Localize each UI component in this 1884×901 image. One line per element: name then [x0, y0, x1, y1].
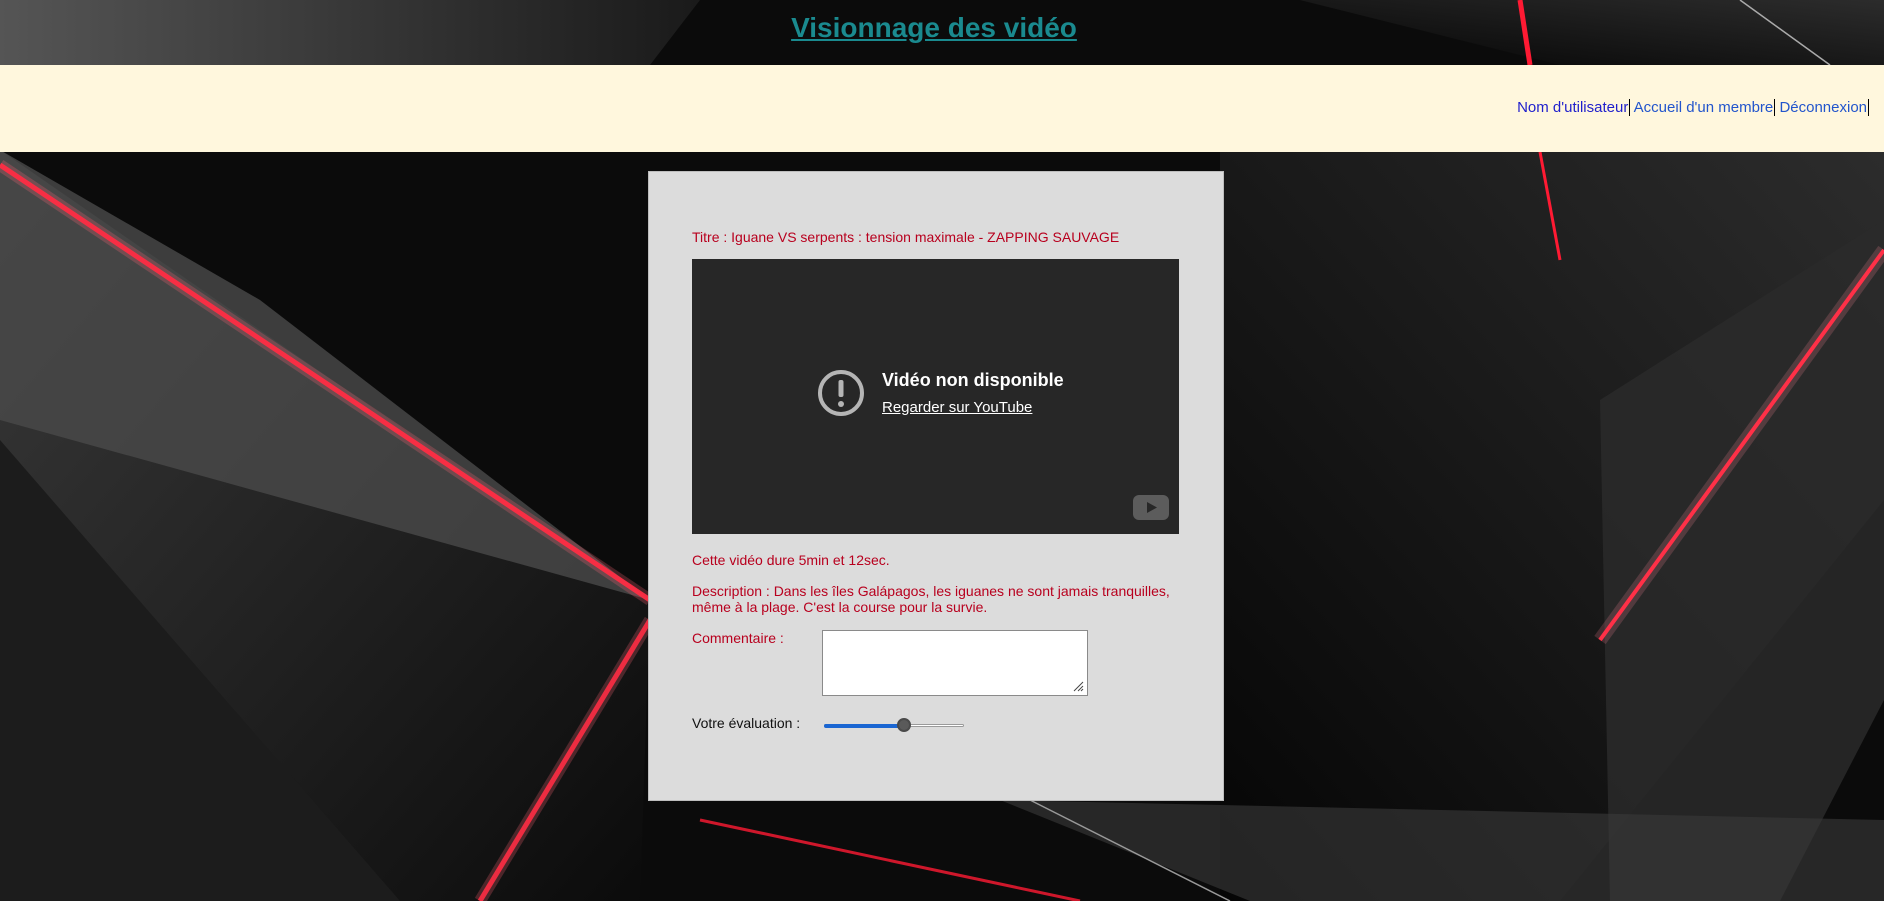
nav-member-home-link[interactable]: Accueil d'un membre [1633, 99, 1776, 116]
rating-slider-fill [824, 724, 905, 728]
video-description: Description : Dans les îles Galápagos, l… [692, 583, 1170, 615]
video-unavailable-message: Vidéo non disponible Regarder sur YouTub… [816, 368, 1064, 418]
nav-links: Nom d'utilisateur Accueil d'un membre Dé… [1517, 99, 1869, 116]
comment-textarea[interactable] [822, 630, 1088, 696]
video-title: Titre : Iguane VS serpents : tension max… [692, 229, 1120, 245]
rating-label: Votre évaluation : [692, 715, 801, 731]
rating-slider[interactable] [824, 718, 964, 733]
nav-logout-link[interactable]: Déconnexion [1779, 99, 1869, 116]
video-duration: Cette vidéo dure 5min et 12sec. [692, 552, 890, 568]
video-player[interactable]: Vidéo non disponible Regarder sur YouTub… [692, 259, 1179, 534]
page-title: Visionnage des vidéo [0, 12, 1868, 44]
page-title-link[interactable]: Visionnage des vidéo [791, 12, 1077, 43]
watch-on-youtube-link[interactable]: Regarder sur YouTube [882, 399, 1032, 416]
rating-slider-thumb[interactable] [897, 718, 912, 732]
top-navbar: Nom d'utilisateur Accueil d'un membre Dé… [0, 65, 1884, 152]
comment-label: Commentaire : [692, 630, 784, 646]
video-panel: Titre : Iguane VS serpents : tension max… [648, 171, 1224, 801]
exclamation-circle-icon [818, 370, 864, 416]
nav-username-link[interactable]: Nom d'utilisateur [1517, 99, 1631, 116]
video-unavailable-title: Vidéo non disponible [882, 369, 1064, 390]
resize-grip-icon[interactable] [1072, 680, 1084, 692]
youtube-logo-icon[interactable] [1133, 495, 1169, 520]
